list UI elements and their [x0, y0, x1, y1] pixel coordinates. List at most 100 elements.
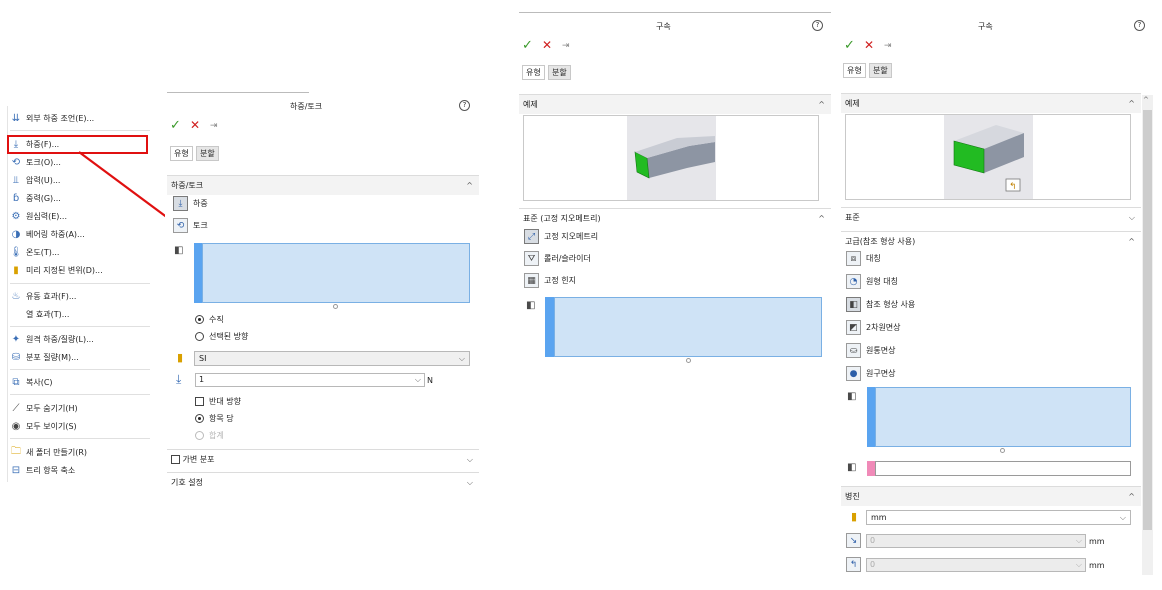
- ok-check-icon[interactable]: ✓: [844, 38, 855, 53]
- panel-top-border: [167, 92, 309, 93]
- ok-check-icon[interactable]: ✓: [170, 118, 181, 133]
- cylindrical-face-icon: ⛀: [846, 343, 861, 358]
- tab-type[interactable]: 유형: [843, 63, 866, 78]
- force-value-input[interactable]: 1 ⌵: [195, 373, 425, 387]
- menu-item-distributed-mass[interactable]: ⛁ 분포 질량(M)...: [10, 349, 156, 365]
- help-icon[interactable]: ?: [459, 100, 470, 111]
- face-selection-box[interactable]: [554, 297, 822, 357]
- menu-separator: [10, 326, 150, 327]
- new-folder-icon: 🗀: [11, 445, 21, 457]
- cancel-x-icon[interactable]: ✕: [190, 118, 200, 132]
- temperature-icon: 🌡: [9, 246, 23, 258]
- pin-icon[interactable]: ⇥: [884, 41, 892, 51]
- section-header-example[interactable]: 예제 ^: [519, 94, 831, 114]
- chevron-up-icon: ^: [818, 100, 825, 109]
- resize-handle[interactable]: [333, 304, 338, 309]
- scrollbar-thumb[interactable]: [1143, 110, 1152, 530]
- option-fixed-geometry[interactable]: ⤢ 고정 지오메트리: [524, 229, 598, 244]
- section-header-standard[interactable]: 표준 (고정 지오메트리) ^: [519, 208, 831, 228]
- force-value-icon: ⤓: [176, 372, 182, 386]
- radio-per-item[interactable]: 항목 당: [195, 413, 234, 424]
- translation-direction2-icon[interactable]: ↰: [846, 557, 861, 572]
- radio-normal[interactable]: 수직: [195, 314, 224, 325]
- menu-item-new-folder[interactable]: 🗀 새 폴더 만들기(R): [10, 444, 156, 460]
- menu-item-remote-load[interactable]: ✦ 원격 하중/질량(L)...: [10, 331, 156, 347]
- option-torque[interactable]: ⟲ 토크: [173, 218, 208, 233]
- menu-item-prescribed-displacement[interactable]: ▮ 미리 지정된 변위(D)...: [10, 262, 156, 278]
- selection-strip: [867, 387, 875, 447]
- units-dropdown[interactable]: mm ⌵: [866, 510, 1131, 525]
- reference-pink-strip: [867, 461, 875, 476]
- help-icon[interactable]: ?: [1134, 20, 1145, 31]
- face-selection-icon: ◧: [847, 391, 857, 402]
- face-selection-box[interactable]: [202, 243, 470, 303]
- menu-separator: [10, 369, 150, 370]
- tab-type[interactable]: 유형: [170, 146, 193, 161]
- cancel-x-icon[interactable]: ✕: [542, 38, 552, 52]
- option-use-reference-geometry[interactable]: ◧ 참조 형상 사용: [846, 297, 915, 312]
- prescribed-displacement-icon: ▮: [13, 264, 19, 276]
- reference-selection-icon: ◧: [847, 462, 857, 473]
- option-circular-symmetry[interactable]: ◔ 원형 대칭: [846, 274, 898, 289]
- section-header-example[interactable]: 예제 ^: [841, 93, 1141, 113]
- circular-symmetry-icon: ◔: [846, 274, 861, 289]
- section-header-translations[interactable]: 병진 ^: [841, 486, 1141, 506]
- translation-direction1-icon[interactable]: ↘: [846, 533, 861, 548]
- translation-unit1: mm: [1089, 537, 1105, 546]
- chevron-down-icon: ⌵: [1128, 213, 1135, 222]
- option-fixed-hinge[interactable]: ▦ 고정 힌지: [524, 273, 576, 288]
- pin-icon[interactable]: ⇥: [210, 121, 218, 131]
- cancel-x-icon[interactable]: ✕: [864, 38, 874, 52]
- chevron-up-icon: ^: [1128, 492, 1135, 501]
- section-header-advanced[interactable]: 고급(참조 형상 사용) ^: [841, 231, 1141, 251]
- option-on-spherical-faces[interactable]: ● 원구면상: [846, 366, 895, 381]
- units-ruler-icon: ▮: [851, 510, 858, 523]
- section-header-symbol-settings[interactable]: 기호 설정 ⌵: [167, 472, 479, 492]
- example-image: ↰: [944, 115, 1033, 199]
- face-selection-box[interactable]: [875, 387, 1131, 447]
- tab-split[interactable]: 분할: [196, 146, 219, 161]
- pressure-icon: ⫫: [13, 174, 19, 186]
- scroll-up-arrow-icon[interactable]: ^: [1143, 96, 1149, 104]
- translation-value1-input[interactable]: 0 ⌵: [866, 534, 1086, 548]
- copy-icon: ⧉: [12, 376, 20, 388]
- torque-icon: ⟲: [11, 156, 21, 168]
- menu-item-show-all[interactable]: ◉ 모두 보이기(S): [10, 418, 156, 434]
- resize-handle[interactable]: [1000, 448, 1005, 453]
- section-header-force-torque[interactable]: 하중/토크 ^: [167, 175, 479, 195]
- option-symmetry[interactable]: ⧈ 대칭: [846, 251, 881, 266]
- menu-item-hide-all[interactable]: ⟋ 모두 숨기기(H): [10, 400, 156, 416]
- help-icon[interactable]: ?: [812, 20, 823, 31]
- section-header-nonuniform[interactable]: 가변 분포 ⌵: [167, 449, 479, 469]
- radio-total[interactable]: 합계: [195, 430, 224, 441]
- menu-item-flow-effect[interactable]: ♨ 유동 효과(F)...: [10, 288, 156, 304]
- section-header-standard[interactable]: 표준 ⌵: [841, 207, 1141, 227]
- pin-icon[interactable]: ⇥: [562, 41, 570, 51]
- panel-top-border: [519, 12, 831, 13]
- roller-slider-icon: ⛛: [524, 251, 539, 266]
- resize-handle[interactable]: [686, 358, 691, 363]
- menu-item-collapse-tree[interactable]: ⊟ 트리 항목 축소: [10, 462, 156, 478]
- ok-check-icon[interactable]: ✓: [522, 38, 533, 53]
- symmetry-icon: ⧈: [846, 251, 861, 266]
- menu-item-external-load-advisor[interactable]: ⇊ 외부 하중 조언(E)...: [10, 110, 156, 126]
- tab-split[interactable]: 분할: [548, 65, 571, 80]
- radio-selected-direction[interactable]: 선택된 방향: [195, 331, 248, 342]
- option-force[interactable]: ⤓ 하중: [173, 196, 208, 211]
- option-on-cylindrical-faces[interactable]: ⛀ 원통면상: [846, 343, 895, 358]
- external-load-advisor-icon: ⇊: [11, 112, 21, 124]
- checkbox-reverse[interactable]: 반대 방향: [195, 396, 241, 407]
- tab-type[interactable]: 유형: [522, 65, 545, 80]
- centrifugal-icon: ⚙: [11, 210, 21, 222]
- hide-all-icon: ⟋: [12, 402, 20, 414]
- units-dropdown[interactable]: SI ⌵: [194, 351, 470, 366]
- translation-value2-input[interactable]: 0 ⌵: [866, 558, 1086, 572]
- tab-split[interactable]: 분할: [869, 63, 892, 78]
- menu-item-thermal-effect[interactable]: 열 효과(T)...: [10, 306, 156, 322]
- option-roller-slider[interactable]: ⛛ 롤러/슬라이더: [524, 251, 591, 266]
- option-on-flat-faces[interactable]: ◩ 2차원면상: [846, 320, 901, 335]
- panel-title: 구속: [656, 22, 671, 31]
- reference-selection-box[interactable]: [875, 461, 1131, 476]
- menu-item-copy[interactable]: ⧉ 복사(C): [10, 374, 156, 390]
- menu-separator: [10, 283, 150, 284]
